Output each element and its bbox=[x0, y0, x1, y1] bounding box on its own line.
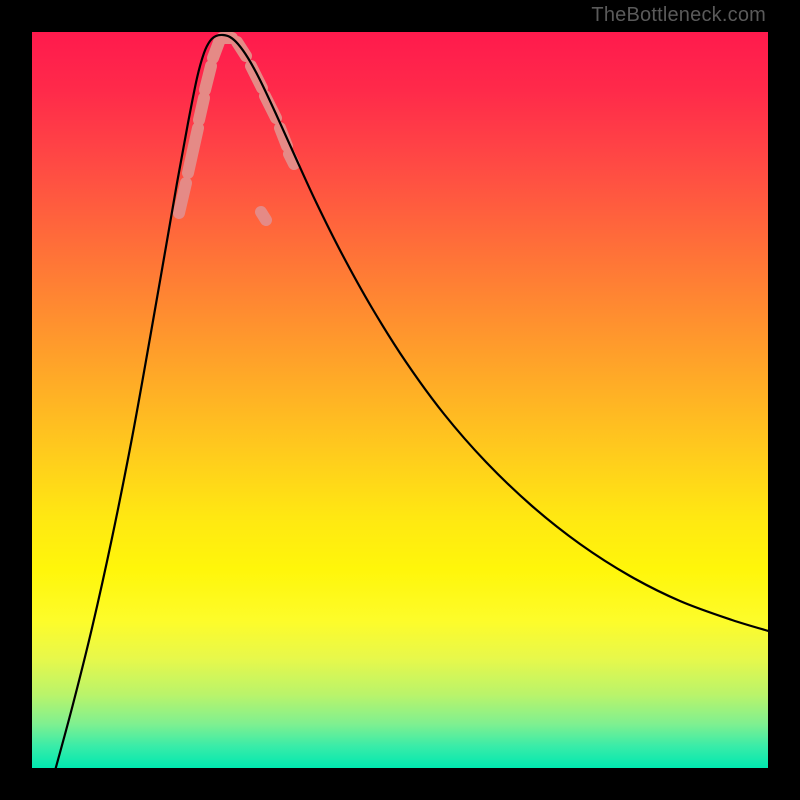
marker-dashes-group bbox=[179, 38, 294, 220]
marker-dash bbox=[199, 98, 204, 120]
chart-frame: TheBottleneck.com bbox=[0, 0, 800, 800]
marker-dash bbox=[265, 96, 276, 118]
watermark-text: TheBottleneck.com bbox=[591, 4, 766, 27]
marker-dash bbox=[205, 66, 211, 90]
marker-dash bbox=[179, 183, 186, 213]
marker-dash bbox=[188, 128, 198, 173]
bottleneck-curve bbox=[53, 35, 768, 768]
marker-dash bbox=[289, 154, 294, 164]
marker-dash bbox=[261, 212, 266, 220]
plot-area bbox=[32, 32, 768, 768]
marker-dash bbox=[213, 42, 219, 58]
curve-layer bbox=[32, 32, 768, 768]
marker-dash bbox=[251, 66, 262, 88]
